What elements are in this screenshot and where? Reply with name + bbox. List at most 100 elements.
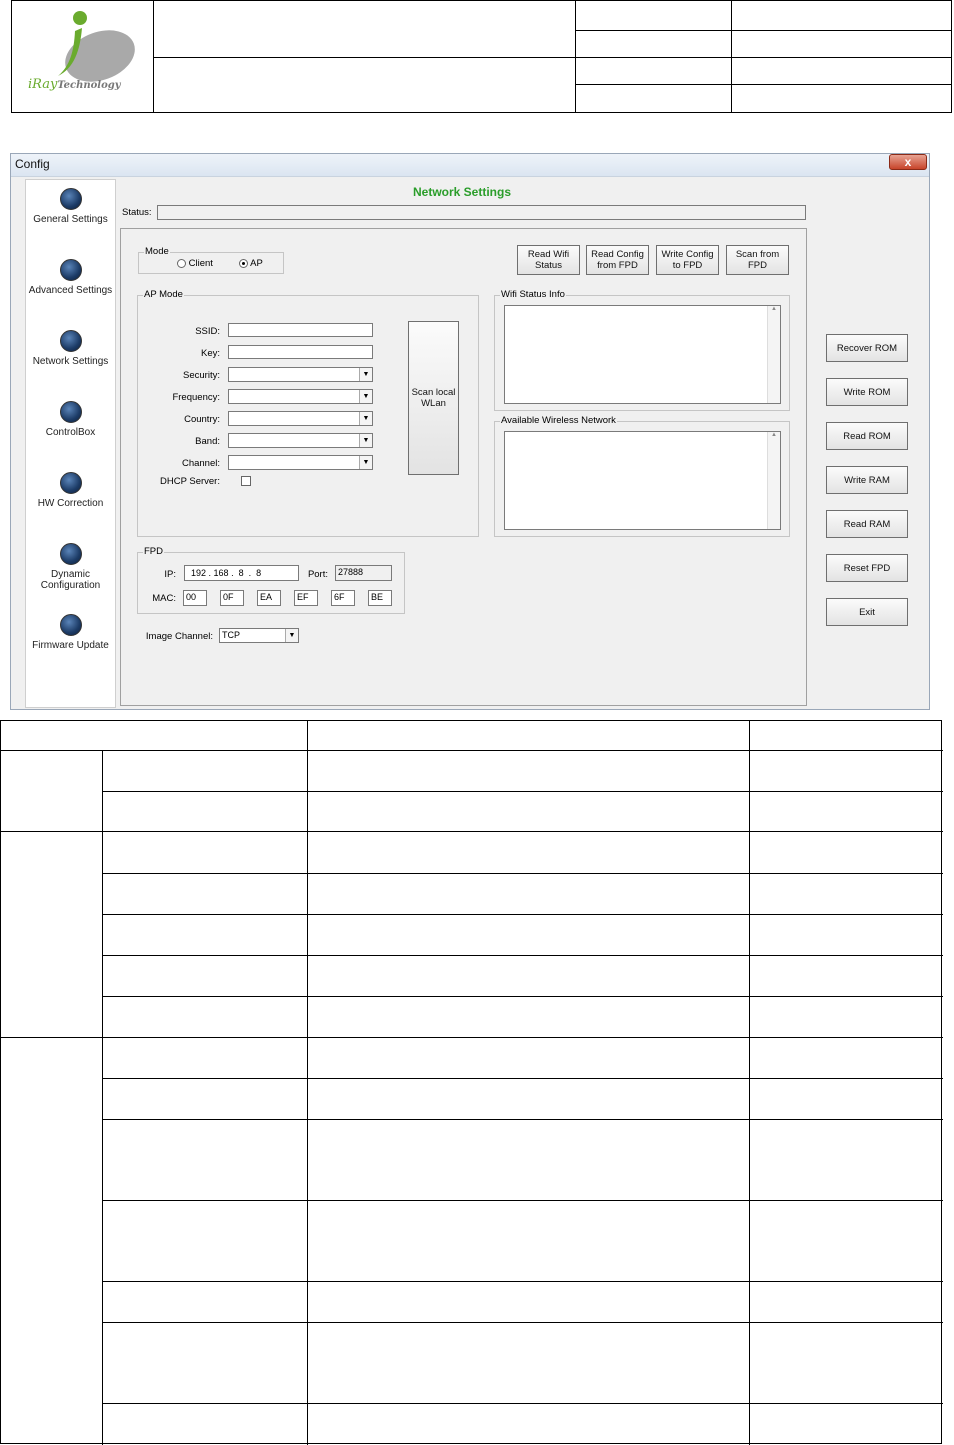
- dhcp-label: DHCP Server:: [159, 476, 220, 487]
- mac-label: MAC:: [152, 593, 176, 604]
- sidebar-item-firmware-update[interactable]: Firmware Update: [26, 614, 115, 651]
- fpd-label: FPD: [143, 546, 164, 557]
- recover-rom-button[interactable]: Recover ROM: [826, 334, 908, 362]
- ap-mode-label: AP Mode: [143, 289, 184, 300]
- ap-radio[interactable]: AP: [239, 258, 263, 269]
- exit-button[interactable]: Exit: [826, 598, 908, 626]
- ip-octet: 8: [238, 568, 244, 578]
- dhcp-checkbox[interactable]: [241, 476, 251, 486]
- read-wifi-status-button[interactable]: Read Wifi Status: [517, 245, 580, 275]
- image-channel-value: TCP: [222, 630, 240, 640]
- scrollbar[interactable]: ▲: [767, 306, 780, 403]
- mode-label: Mode: [144, 246, 170, 257]
- key-field[interactable]: [228, 345, 373, 359]
- general-settings-icon: [59, 188, 82, 210]
- security-select[interactable]: ▼: [228, 367, 373, 382]
- chevron-down-icon[interactable]: ▼: [359, 368, 372, 381]
- mac-field[interactable]: 00: [183, 590, 207, 606]
- write-rom-button[interactable]: Write ROM: [826, 378, 908, 406]
- scan-local-wlan-button[interactable]: Scan local WLan: [408, 321, 459, 475]
- sidebar-item-controlbox[interactable]: ControlBox: [26, 401, 115, 438]
- header-cell: [576, 58, 732, 85]
- sidebar-item-label: Dynamic Configuration: [40, 569, 101, 591]
- available-networks-group: Available Wireless Network ▲: [494, 415, 790, 537]
- wifi-status-label: Wifi Status Info: [500, 289, 566, 300]
- ip-field[interactable]: 192 . 168 . 8 . 8: [184, 565, 299, 581]
- mac-field[interactable]: EA: [257, 590, 281, 606]
- sidebar-item-label: HW Correction: [37, 498, 104, 509]
- read-config-button[interactable]: Read Config from FPD: [586, 245, 649, 275]
- ap-radio-button[interactable]: [239, 258, 248, 268]
- read-ram-button[interactable]: Read RAM: [826, 510, 908, 538]
- header-cell: [154, 1, 576, 58]
- ssid-field[interactable]: [228, 323, 373, 337]
- sidebar-item-hw-correction[interactable]: HW Correction: [26, 472, 115, 509]
- status-label: Status:: [122, 207, 152, 218]
- write-config-button[interactable]: Write Config to FPD: [656, 245, 719, 275]
- title-bar[interactable]: Config x: [11, 154, 929, 177]
- sidebar-item-network-settings[interactable]: Network Settings: [26, 330, 115, 367]
- header-cell: [732, 85, 951, 112]
- mac-field[interactable]: BE: [368, 590, 392, 606]
- image-channel-select[interactable]: TCP ▼: [219, 628, 299, 643]
- table-divider: [102, 1119, 943, 1120]
- chevron-down-icon[interactable]: ▼: [359, 412, 372, 425]
- channel-select[interactable]: ▼: [228, 455, 373, 470]
- table-divider: [102, 914, 943, 915]
- sidebar-item-advanced-settings[interactable]: Advanced Settings: [26, 259, 115, 296]
- chevron-down-icon[interactable]: ▼: [359, 390, 372, 403]
- mode-group: Mode Client AP: [138, 246, 284, 274]
- table-divider: [307, 721, 308, 1445]
- table-divider: [102, 1322, 943, 1323]
- logo-text-sub: Technology: [57, 80, 121, 91]
- document-header-table: iRayTechnology: [11, 0, 952, 113]
- dynamic-configuration-icon: [59, 543, 82, 565]
- close-button[interactable]: x: [889, 154, 927, 170]
- table-divider: [102, 750, 103, 1445]
- reset-fpd-button[interactable]: Reset FPD: [826, 554, 908, 582]
- band-select[interactable]: ▼: [228, 433, 373, 448]
- header-cell: [732, 58, 951, 85]
- scrollbar[interactable]: ▲: [767, 432, 780, 529]
- table-divider: [102, 955, 943, 956]
- config-window: Config x General Settings Advanced Setti…: [10, 153, 930, 710]
- table-divider: [102, 791, 943, 792]
- chevron-down-icon[interactable]: ▼: [359, 434, 372, 447]
- wifi-status-group: Wifi Status Info ▲: [494, 289, 790, 411]
- port-field[interactable]: 27888: [335, 565, 392, 581]
- chevron-down-icon[interactable]: ▼: [359, 456, 372, 469]
- port-label: Port:: [307, 569, 328, 580]
- window-title: Config: [15, 157, 50, 171]
- table-divider: [102, 996, 943, 997]
- client-radio-button[interactable]: [177, 258, 186, 268]
- mac-field[interactable]: 0F: [220, 590, 244, 606]
- table-divider: [102, 1403, 943, 1404]
- controlbox-icon: [59, 401, 82, 423]
- mac-field[interactable]: EF: [294, 590, 318, 606]
- frequency-select[interactable]: ▼: [228, 389, 373, 404]
- scan-from-fpd-button[interactable]: Scan from FPD: [726, 245, 789, 275]
- table-divider: [102, 873, 943, 874]
- band-label: Band:: [195, 436, 220, 447]
- write-ram-button[interactable]: Write RAM: [826, 466, 908, 494]
- ap-mode-group: AP Mode SSID: Key: Security: ▼ Frequency…: [137, 289, 479, 537]
- read-rom-button[interactable]: Read ROM: [826, 422, 908, 450]
- country-select[interactable]: ▼: [228, 411, 373, 426]
- available-networks-list[interactable]: ▲: [504, 431, 781, 530]
- client-label: Client: [188, 258, 213, 269]
- wifi-status-textarea[interactable]: ▲: [504, 305, 781, 404]
- client-radio[interactable]: Client: [177, 258, 213, 269]
- security-label: Security:: [183, 370, 220, 381]
- sidebar: General Settings Advanced Settings Netwo…: [25, 179, 116, 708]
- firmware-update-icon: [59, 614, 82, 636]
- header-cell: [732, 31, 951, 58]
- table-divider: [102, 1200, 943, 1201]
- logo-text: iRayTechnology: [28, 77, 121, 92]
- sidebar-item-dynamic-configuration[interactable]: Dynamic Configuration: [40, 543, 101, 591]
- network-settings-icon: [59, 330, 82, 352]
- chevron-down-icon[interactable]: ▼: [285, 629, 298, 642]
- mac-field[interactable]: 6F: [331, 590, 355, 606]
- sidebar-item-general-settings[interactable]: General Settings: [26, 188, 115, 225]
- header-cell: [576, 31, 732, 58]
- table-divider: [102, 1078, 943, 1079]
